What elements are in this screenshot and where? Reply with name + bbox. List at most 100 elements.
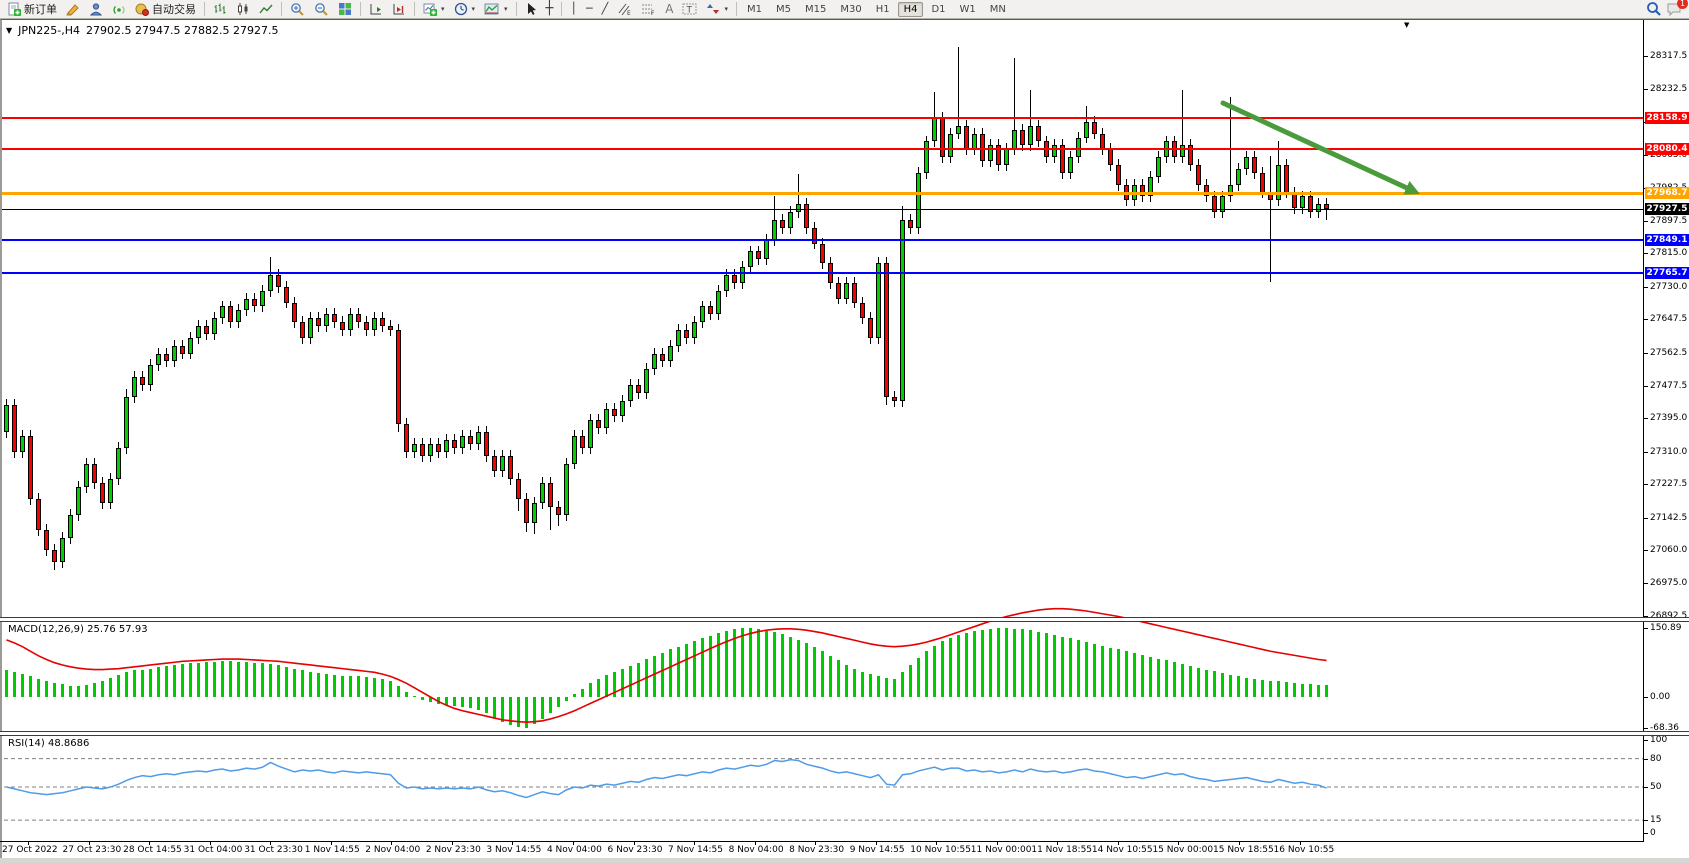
candle — [164, 354, 169, 362]
candle — [236, 310, 241, 322]
tab-timeframe-w1[interactable]: W1 — [954, 2, 982, 17]
line-chart-button[interactable] — [255, 0, 277, 19]
candle — [724, 275, 729, 291]
time-axis-label: 15 Nov 00:00 — [1152, 845, 1213, 855]
candle — [812, 228, 817, 244]
equidistant-channel-tool-button[interactable]: E — [613, 0, 636, 19]
candle — [1052, 145, 1057, 157]
horizontal-line-tool-button[interactable]: ─ — [582, 0, 597, 19]
macd-histogram-bar — [925, 651, 928, 697]
macd-histogram-bar — [669, 649, 672, 697]
price-level-line[interactable] — [2, 272, 1643, 274]
macd-histogram-bar — [1157, 659, 1160, 697]
macd-panel-splitter[interactable] — [0, 617, 1689, 622]
rsi-tick — [1644, 820, 1648, 821]
indicators-button[interactable]: ▾ — [480, 0, 512, 19]
notifications-button[interactable]: 1 — [1666, 2, 1683, 17]
auto-scroll-button[interactable] — [365, 0, 387, 19]
fibonacci-tool-button[interactable]: F — [637, 0, 660, 19]
search-icon[interactable] — [1646, 1, 1662, 17]
time-axis-label: 11 Nov 18:55 — [1031, 845, 1092, 855]
macd-histogram-bar — [789, 637, 792, 697]
price-level-line[interactable] — [2, 209, 1643, 210]
price-level-line[interactable] — [2, 192, 1643, 195]
macd-histogram-bar — [637, 663, 640, 697]
tab-timeframe-h1[interactable]: H1 — [870, 2, 896, 17]
trend-arrow-line[interactable] — [1223, 103, 1407, 188]
signals-button[interactable] — [108, 0, 130, 19]
candlestick-chart-button[interactable] — [232, 0, 254, 19]
macd-histogram-bar — [5, 670, 8, 697]
tile-windows-button[interactable] — [334, 0, 356, 19]
price-level-line[interactable] — [2, 117, 1643, 119]
macd-histogram-bar — [53, 683, 56, 697]
macd-histogram-bar — [101, 681, 104, 697]
macd-histogram-bar — [821, 651, 824, 697]
text-tool-button[interactable]: A — [661, 0, 677, 19]
candle — [68, 515, 73, 539]
candle — [476, 432, 481, 444]
price-tick — [1644, 386, 1648, 387]
candle — [36, 499, 41, 530]
signal-icon — [112, 2, 126, 16]
macd-histogram-bar — [1221, 673, 1224, 697]
new-chart-button[interactable]: ▾ — [419, 0, 449, 19]
tab-timeframe-d1[interactable]: D1 — [925, 2, 951, 17]
symbol-dropdown-icon[interactable]: ▼ — [6, 26, 12, 35]
styles-button[interactable] — [62, 0, 84, 19]
auto-trading-button[interactable]: 自动交易 — [131, 0, 200, 19]
candle — [228, 306, 233, 322]
chart-shift-marker[interactable]: ▼ — [1404, 21, 1409, 29]
vertical-line-tool-button[interactable]: │ — [566, 0, 581, 19]
new-order-label: 新订单 — [24, 1, 57, 17]
macd-histogram-bar — [749, 628, 752, 697]
price-tick-label: 27562.5 — [1650, 348, 1687, 358]
candle — [1236, 169, 1241, 185]
tab-timeframe-h4[interactable]: H4 — [898, 2, 924, 17]
macd-histogram-bar — [453, 697, 456, 706]
tab-timeframe-m30[interactable]: M30 — [834, 2, 867, 17]
macd-histogram-bar — [469, 697, 472, 708]
tab-timeframe-m1[interactable]: M1 — [741, 2, 768, 17]
zoom-out-button[interactable] — [310, 0, 333, 19]
tab-timeframe-m5[interactable]: M5 — [770, 2, 797, 17]
candle — [772, 220, 777, 240]
chart-shift-button[interactable] — [388, 0, 410, 19]
auto-trading-icon — [135, 2, 149, 16]
macd-histogram-bar — [69, 686, 72, 697]
macd-histogram-bar — [13, 672, 16, 697]
tab-timeframe-m15[interactable]: M15 — [799, 2, 832, 17]
expert-advisors-button[interactable] — [85, 0, 107, 19]
zoom-in-button[interactable] — [286, 0, 309, 19]
macd-histogram-bar — [1189, 666, 1192, 697]
macd-histogram-bar — [1029, 630, 1032, 697]
macd-histogram-bar — [901, 672, 904, 697]
rsi-panel-splitter[interactable] — [0, 731, 1689, 736]
candle — [844, 283, 849, 299]
bar-chart-button[interactable] — [209, 0, 231, 19]
crosshair-tool-button[interactable]: ┼ — [542, 0, 558, 19]
macd-histogram-bar — [621, 669, 624, 697]
time-axis-label: 3 Nov 14:55 — [486, 845, 541, 855]
text-label-tool-button[interactable]: T — [678, 0, 701, 19]
candle — [308, 318, 313, 338]
macd-histogram-bar — [205, 662, 208, 697]
candle — [756, 251, 761, 259]
macd-histogram-bar — [1325, 685, 1328, 697]
trendline-tool-button[interactable]: ╱ — [598, 0, 613, 19]
time-axis-label: 14 Nov 10:55 — [1092, 845, 1153, 855]
time-axis-tick — [270, 841, 271, 845]
price-tick — [1644, 221, 1648, 222]
price-level-line[interactable] — [2, 239, 1643, 241]
price-level-line[interactable] — [2, 148, 1643, 150]
macd-histogram-bar — [1309, 684, 1312, 697]
candle — [612, 409, 617, 417]
tab-timeframe-mn[interactable]: MN — [984, 2, 1012, 17]
new-order-button[interactable]: 新订单 — [3, 0, 61, 19]
periods-button[interactable]: ▾ — [450, 0, 480, 19]
candle — [60, 538, 65, 562]
cursor-tool-button[interactable] — [521, 0, 541, 19]
time-axis-tick — [28, 841, 29, 845]
arrows-tool-button[interactable]: ▾ — [702, 0, 732, 19]
price-tick-label: 28317.5 — [1650, 51, 1687, 61]
